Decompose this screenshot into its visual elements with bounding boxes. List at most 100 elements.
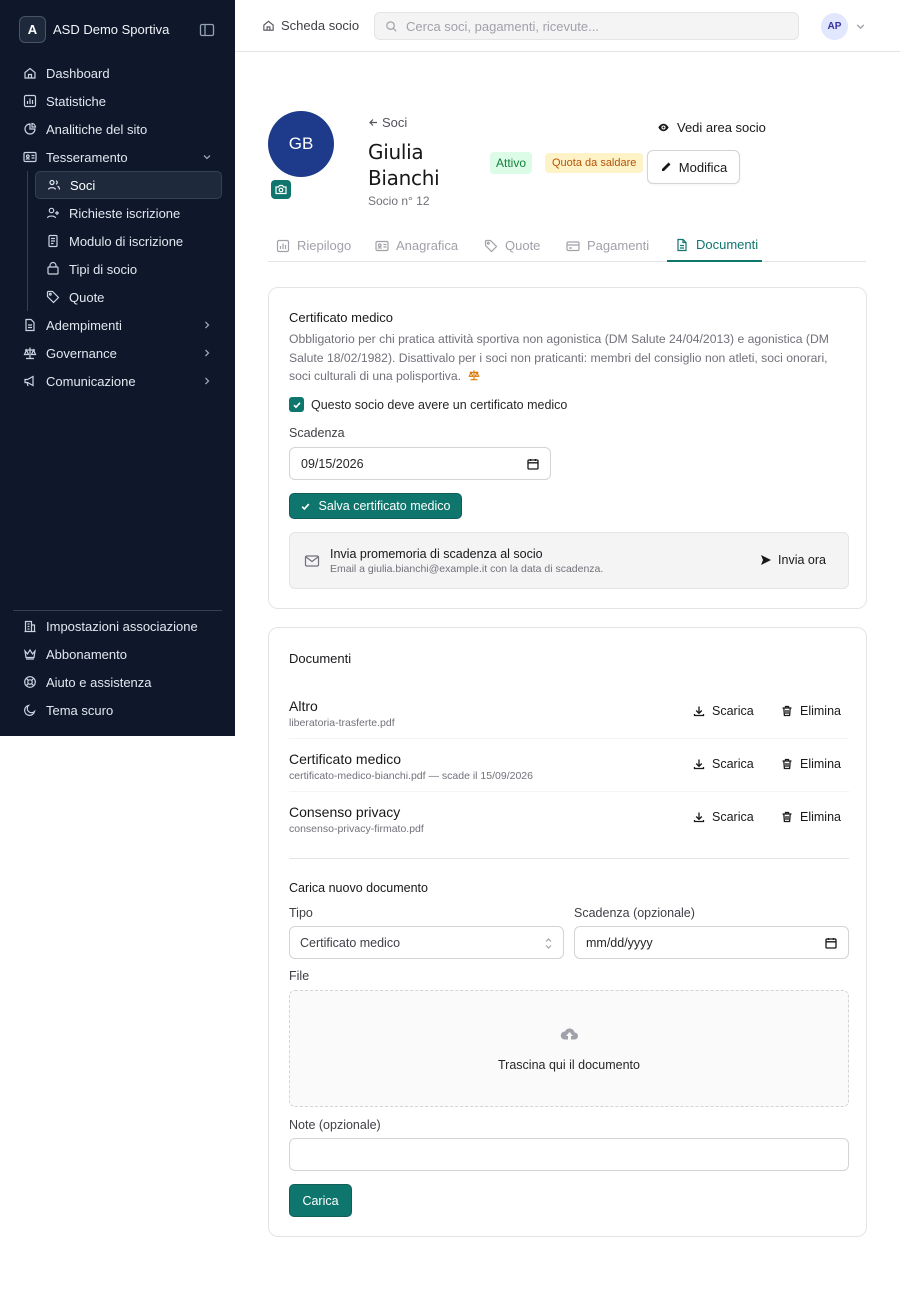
tag-icon: [484, 239, 498, 252]
user-avatar[interactable]: AP: [821, 13, 848, 40]
view-member-area-link[interactable]: Vedi area socio: [657, 120, 766, 135]
document-name: Consenso privacy: [289, 804, 401, 820]
back-link[interactable]: Soci: [368, 115, 407, 130]
change-photo-button[interactable]: [271, 180, 291, 199]
member-last-name: Bianchi: [368, 166, 440, 190]
home-icon: [263, 20, 274, 31]
check-icon: [302, 503, 310, 510]
save-certificate-button[interactable]: Salva certificato medico: [289, 493, 462, 519]
send-now-label: Invia ora: [778, 553, 826, 567]
reminder-panel: Invia promemoria di scadenza al socio Em…: [289, 532, 849, 589]
form-icon: [48, 234, 58, 248]
sidebar-item-statistiche[interactable]: Statistiche: [13, 87, 222, 115]
brand[interactable]: A ASD Demo Sportiva: [19, 15, 215, 44]
certificate-required-checkbox[interactable]: Questo socio deve avere un certificato m…: [289, 397, 567, 412]
document-type-select[interactable]: Certificato medico: [289, 926, 564, 959]
documents-card: Documenti Altro liberatoria-trasferte.pd…: [268, 627, 867, 1237]
delete-button[interactable]: Elimina: [781, 704, 841, 718]
save-certificate-label: Salva certificato medico: [318, 499, 451, 513]
expiry-date-input[interactable]: 09/15/2026: [289, 447, 551, 480]
tab-pagamenti[interactable]: Pagamenti: [566, 229, 649, 262]
back-label: Soci: [382, 115, 408, 130]
chevron-down-icon: [203, 155, 211, 160]
sidebar-item-abbonamento[interactable]: Abbonamento: [13, 640, 222, 668]
search-input[interactable]: [406, 18, 786, 34]
checkbox-label: Questo socio deve avere un certificato m…: [311, 397, 568, 412]
edit-label: Modifica: [678, 159, 728, 175]
calendar-icon[interactable]: [825, 937, 837, 949]
sidebar-item-aiuto[interactable]: Aiuto e assistenza: [13, 668, 222, 696]
sidebar-toggle-icon[interactable]: [199, 22, 215, 38]
sidebar-item-analitiche[interactable]: Analitiche del sito: [13, 115, 222, 143]
document-file: consenso-privacy-firmato.pdf: [289, 823, 424, 835]
certificate-description: Obbligatorio per chi pratica attività sp…: [289, 330, 844, 386]
sidebar-item-richieste[interactable]: Richieste iscrizione: [35, 199, 222, 227]
sidebar-item-impostazioni[interactable]: Impostazioni associazione: [13, 612, 222, 640]
card-title: Documenti: [289, 651, 352, 666]
lifebuoy-icon: [24, 676, 36, 688]
breadcrumb[interactable]: Scheda socio: [262, 18, 359, 33]
sidebar-item-soci[interactable]: Soci: [35, 171, 222, 199]
document-type-value: Certificato medico: [300, 935, 401, 950]
id-card-icon: [23, 151, 37, 163]
id-card-icon: [375, 240, 389, 251]
tab-label: Anagrafica: [396, 238, 459, 253]
download-button[interactable]: Scarica: [693, 757, 754, 771]
medical-certificate-card: Certificato medico Obbligatorio per chi …: [268, 287, 867, 609]
chevron-down-icon[interactable]: [855, 21, 866, 32]
document-file: certificato-medico-bianchi.pdf — scade i…: [289, 770, 533, 782]
cloud-upload-icon: [560, 1028, 578, 1040]
sidebar-item-modulo[interactable]: Modulo di iscrizione: [35, 227, 222, 255]
arrow-left-icon: [369, 119, 377, 126]
download-label: Scarica: [712, 704, 754, 718]
upload-button[interactable]: Carica: [289, 1184, 352, 1217]
download-button[interactable]: Scarica: [693, 810, 754, 824]
credit-card-icon: [566, 240, 580, 251]
trash-icon: [782, 705, 792, 717]
edit-button[interactable]: Modifica: [647, 150, 740, 184]
scale-icon: [468, 370, 481, 381]
sidebar-item-label: Aiuto e assistenza: [46, 674, 152, 690]
member-avatar: GB: [268, 111, 334, 177]
camera-icon: [275, 184, 287, 195]
delete-label: Elimina: [800, 757, 841, 771]
download-icon: [693, 812, 705, 823]
tab-documenti[interactable]: Documenti: [667, 229, 762, 262]
checkbox[interactable]: [289, 397, 304, 412]
sidebar-item-governance[interactable]: Governance: [13, 339, 222, 367]
megaphone-icon: [24, 375, 34, 387]
mail-icon: [304, 555, 320, 567]
trash-icon: [782, 811, 792, 823]
tab-quote[interactable]: Quote: [484, 229, 540, 262]
delete-button[interactable]: Elimina: [781, 810, 841, 824]
search-box[interactable]: [374, 12, 799, 40]
file-label: File: [289, 969, 310, 983]
reminder-subtitle: Email a giulia.bianchi@example.it con la…: [330, 563, 604, 575]
tab-anagrafica[interactable]: Anagrafica: [375, 229, 458, 262]
sidebar-item-quote[interactable]: Quote: [35, 283, 222, 311]
sidebar-item-adempimenti[interactable]: Adempimenti: [13, 311, 222, 339]
tab-label: Documenti: [696, 237, 759, 252]
scale-icon: [23, 347, 37, 360]
chevron-right-icon: [205, 377, 210, 385]
file-dropzone[interactable]: Trascina qui il documento: [289, 990, 849, 1107]
sidebar-item-comunicazione[interactable]: Comunicazione: [13, 367, 222, 395]
download-button[interactable]: Scarica: [693, 704, 754, 718]
notes-input[interactable]: [289, 1138, 849, 1171]
sidebar-item-tema[interactable]: Tema scuro: [13, 696, 222, 724]
sidebar-item-tesseramento[interactable]: Tesseramento: [13, 143, 222, 171]
tab-riepilogo[interactable]: Riepilogo: [276, 229, 351, 262]
send-now-button[interactable]: Invia ora: [760, 553, 826, 567]
calendar-icon[interactable]: [527, 458, 539, 470]
sidebar-item-label: Quote: [69, 289, 105, 305]
chart-icon: [23, 94, 37, 108]
sidebar-item-dashboard[interactable]: Dashboard: [13, 59, 222, 87]
sidebar-item-label: Adempimenti: [46, 317, 122, 333]
sidebar-item-tipi[interactable]: Tipi di socio: [35, 255, 222, 283]
delete-button[interactable]: Elimina: [781, 757, 841, 771]
sidebar-item-label: Governance: [46, 345, 117, 361]
optional-expiry-input[interactable]: mm/dd/yyyy: [574, 926, 849, 959]
document-row: Consenso privacy consenso-privacy-firmat…: [289, 792, 849, 845]
expiry-date-value: 09/15/2026: [301, 456, 364, 471]
delete-label: Elimina: [800, 704, 841, 718]
